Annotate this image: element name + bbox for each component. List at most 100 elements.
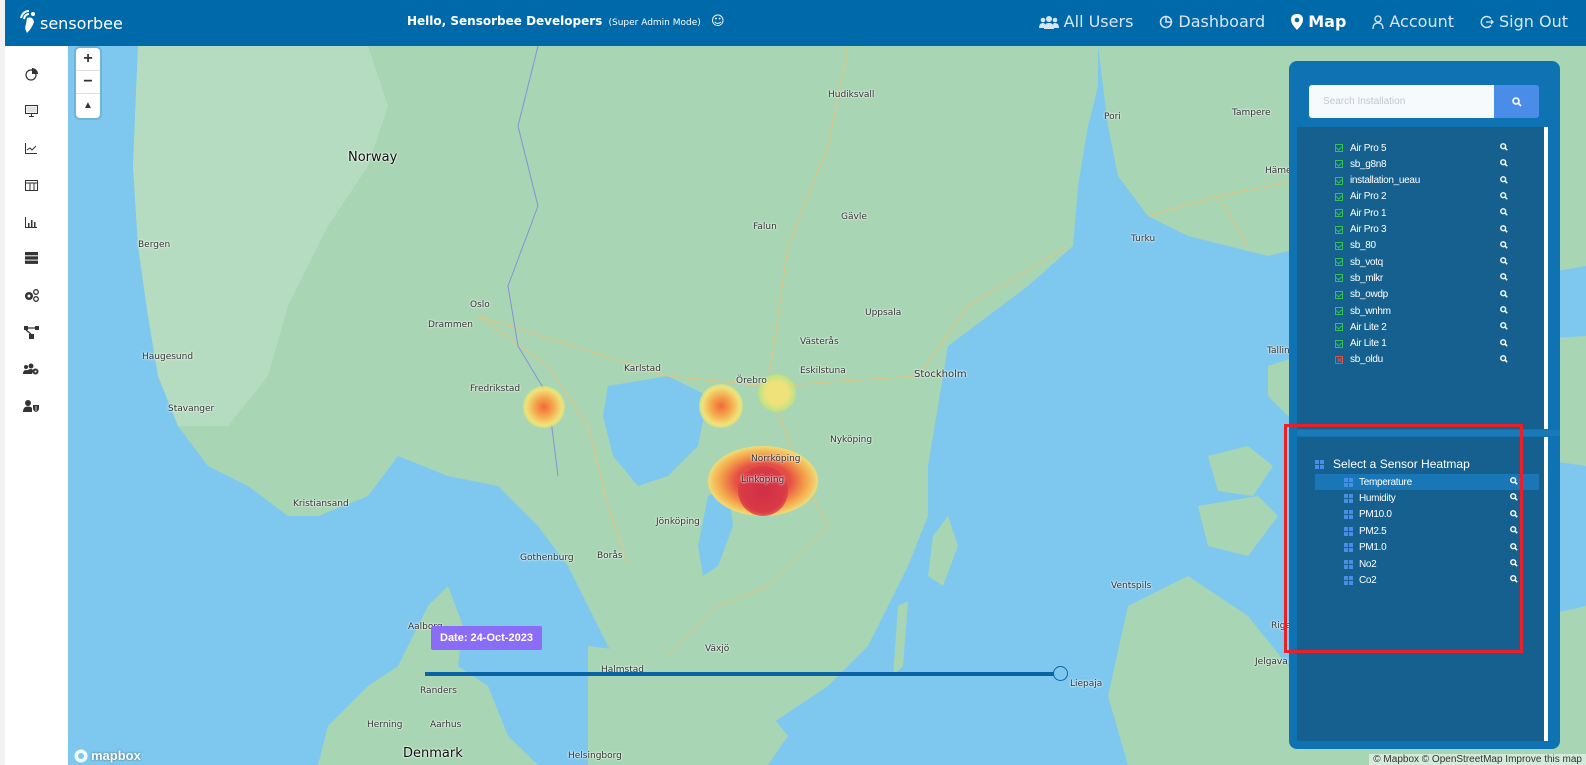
sidebar-item-table[interactable]	[20, 174, 42, 196]
sidebar-item-settings[interactable]	[20, 284, 42, 306]
sidebar-item-network[interactable]	[20, 321, 42, 343]
sidebar-item-dashboard[interactable]	[20, 63, 42, 85]
checkbox-checked[interactable]	[1335, 258, 1343, 267]
grid-icon	[1344, 526, 1353, 536]
map-label-city: Falun	[753, 222, 777, 232]
installation-row[interactable]: Air Lite 2	[1335, 319, 1515, 335]
installation-row[interactable]: Air Pro 1	[1335, 205, 1515, 221]
heatmap-sensor-option[interactable]: PM2.5	[1315, 523, 1539, 539]
zoom-to-installation-icon[interactable]	[1500, 191, 1508, 203]
sidebar-item-user-security[interactable]	[20, 395, 42, 417]
installation-name: sb_votq	[1350, 256, 1383, 268]
zoom-to-installation-icon[interactable]	[1500, 338, 1508, 350]
installation-row[interactable]: sb_80	[1335, 238, 1515, 254]
checkbox-checked[interactable]	[1335, 225, 1343, 234]
search-icon[interactable]	[1510, 542, 1518, 554]
heatmap-sensor-option[interactable]: No2	[1315, 556, 1539, 572]
zoom-to-installation-icon[interactable]	[1500, 354, 1508, 366]
installation-row[interactable]: Air Pro 3	[1335, 222, 1515, 238]
nav-all-users[interactable]: All Users	[1038, 12, 1133, 31]
heatmap-title-text: Select a Sensor Heatmap	[1333, 457, 1470, 471]
installation-row[interactable]: sb_votq	[1335, 254, 1515, 270]
zoom-to-installation-icon[interactable]	[1500, 257, 1508, 268]
sidebar-item-devices[interactable]	[20, 100, 42, 122]
sidebar-item-servers[interactable]	[20, 247, 42, 269]
installation-row[interactable]: sb_mlkr	[1335, 270, 1515, 286]
search-icon[interactable]	[1510, 526, 1518, 537]
mapbox-logo[interactable]: mapbox	[74, 748, 141, 763]
installation-row[interactable]: sb_g8n8	[1335, 156, 1515, 172]
checkbox-checked[interactable]	[1335, 290, 1343, 299]
nav-map[interactable]: Map	[1291, 12, 1346, 31]
search-icon[interactable]	[1510, 493, 1518, 504]
installation-name: Air Pro 5	[1350, 142, 1387, 154]
zoom-to-installation-icon[interactable]	[1500, 322, 1508, 333]
date-slider-thumb[interactable]	[1053, 666, 1068, 681]
installation-row[interactable]: Air Pro 5	[1335, 140, 1515, 156]
map-label-city: Bergen	[138, 240, 171, 250]
nav-account[interactable]: Account	[1372, 12, 1454, 31]
map-attribution[interactable]: © Mapbox © OpenStreetMap Improve this ma…	[1369, 754, 1586, 765]
pie-chart-icon	[1159, 15, 1173, 29]
checkbox-checked[interactable]	[1335, 307, 1343, 315]
heatmap-sensor-option[interactable]: Co2	[1315, 572, 1539, 588]
search-icon[interactable]	[1510, 575, 1518, 586]
heatmap-sensor-option[interactable]: PM10.0	[1315, 507, 1539, 523]
zoom-to-installation-icon[interactable]	[1500, 159, 1508, 170]
zoom-out-button[interactable]: −	[76, 71, 100, 94]
table-icon	[24, 179, 38, 191]
checkbox-checked[interactable]	[1335, 176, 1343, 185]
zoom-to-installation-icon[interactable]	[1500, 175, 1508, 187]
search-button[interactable]	[1494, 85, 1539, 118]
installation-row[interactable]: Air Pro 2	[1335, 189, 1515, 205]
sensor-name: Co2	[1359, 574, 1377, 586]
zoom-to-installation-icon[interactable]	[1500, 289, 1508, 301]
zoom-to-installation-icon[interactable]	[1500, 240, 1508, 252]
checkbox-checked[interactable]	[1335, 339, 1343, 348]
zoom-to-installation-icon[interactable]	[1500, 306, 1508, 317]
date-slider-track[interactable]	[425, 672, 1060, 676]
installation-row[interactable]: installation_ueau	[1335, 173, 1515, 189]
monitor-icon	[24, 105, 38, 117]
search-icon[interactable]	[1510, 559, 1518, 570]
checkbox-checked[interactable]	[1335, 209, 1343, 218]
checkbox-checked[interactable]	[1335, 192, 1343, 201]
zoom-in-button[interactable]: +	[76, 48, 100, 71]
zoom-to-installation-icon[interactable]	[1500, 224, 1508, 236]
checkbox-checked[interactable]	[1335, 241, 1343, 250]
heatmap-sensor-option[interactable]: PM1.0	[1315, 540, 1539, 556]
users-cog-icon	[23, 363, 39, 375]
brand-logo[interactable]: sensorbee	[17, 8, 123, 34]
installation-list[interactable]: Air Pro 5 sb_g8n8 installation_ueau Air Pro…	[1297, 127, 1548, 429]
sidebar-item-reports[interactable]	[20, 211, 42, 233]
checkbox-unchecked[interactable]	[1335, 355, 1343, 364]
brand-name: sensorbee	[40, 14, 123, 33]
compass-icon: ▲	[83, 100, 93, 111]
map-label-city: Pori	[1104, 112, 1121, 122]
heatmap-sensor-option[interactable]: Temperature	[1315, 474, 1539, 490]
checkbox-checked[interactable]	[1335, 323, 1343, 332]
nav-sign-out[interactable]: Sign Out	[1480, 12, 1568, 31]
search-icon[interactable]	[1510, 509, 1518, 521]
sidebar-item-user-groups[interactable]	[20, 358, 42, 380]
sensor-name: PM1.0	[1359, 542, 1387, 554]
installation-row[interactable]: sb_owdp	[1335, 287, 1515, 303]
checkbox-checked[interactable]	[1335, 144, 1343, 152]
installation-row[interactable]: sb_wnhm	[1335, 303, 1515, 319]
zoom-to-installation-icon[interactable]	[1500, 208, 1508, 219]
installation-row[interactable]: sb_oldu	[1335, 352, 1515, 368]
map-label-city: Aarhus	[430, 720, 462, 730]
zoom-to-installation-icon[interactable]	[1500, 273, 1508, 284]
search-icon[interactable]	[1510, 477, 1518, 488]
zoom-to-installation-icon[interactable]	[1500, 143, 1508, 154]
compass-button[interactable]: ▲	[76, 94, 100, 117]
nav-dashboard[interactable]: Dashboard	[1159, 12, 1265, 31]
map-label-city: Gävle	[841, 212, 867, 222]
heatmap-sensor-option[interactable]: Humidity	[1315, 490, 1539, 506]
installation-row[interactable]: Air Lite 1	[1335, 336, 1515, 352]
checkbox-checked[interactable]	[1335, 274, 1343, 283]
checkbox-checked[interactable]	[1335, 160, 1343, 169]
grid-icon	[1344, 543, 1353, 553]
search-installation-input[interactable]	[1309, 85, 1495, 118]
sidebar-item-analytics[interactable]	[20, 137, 42, 159]
